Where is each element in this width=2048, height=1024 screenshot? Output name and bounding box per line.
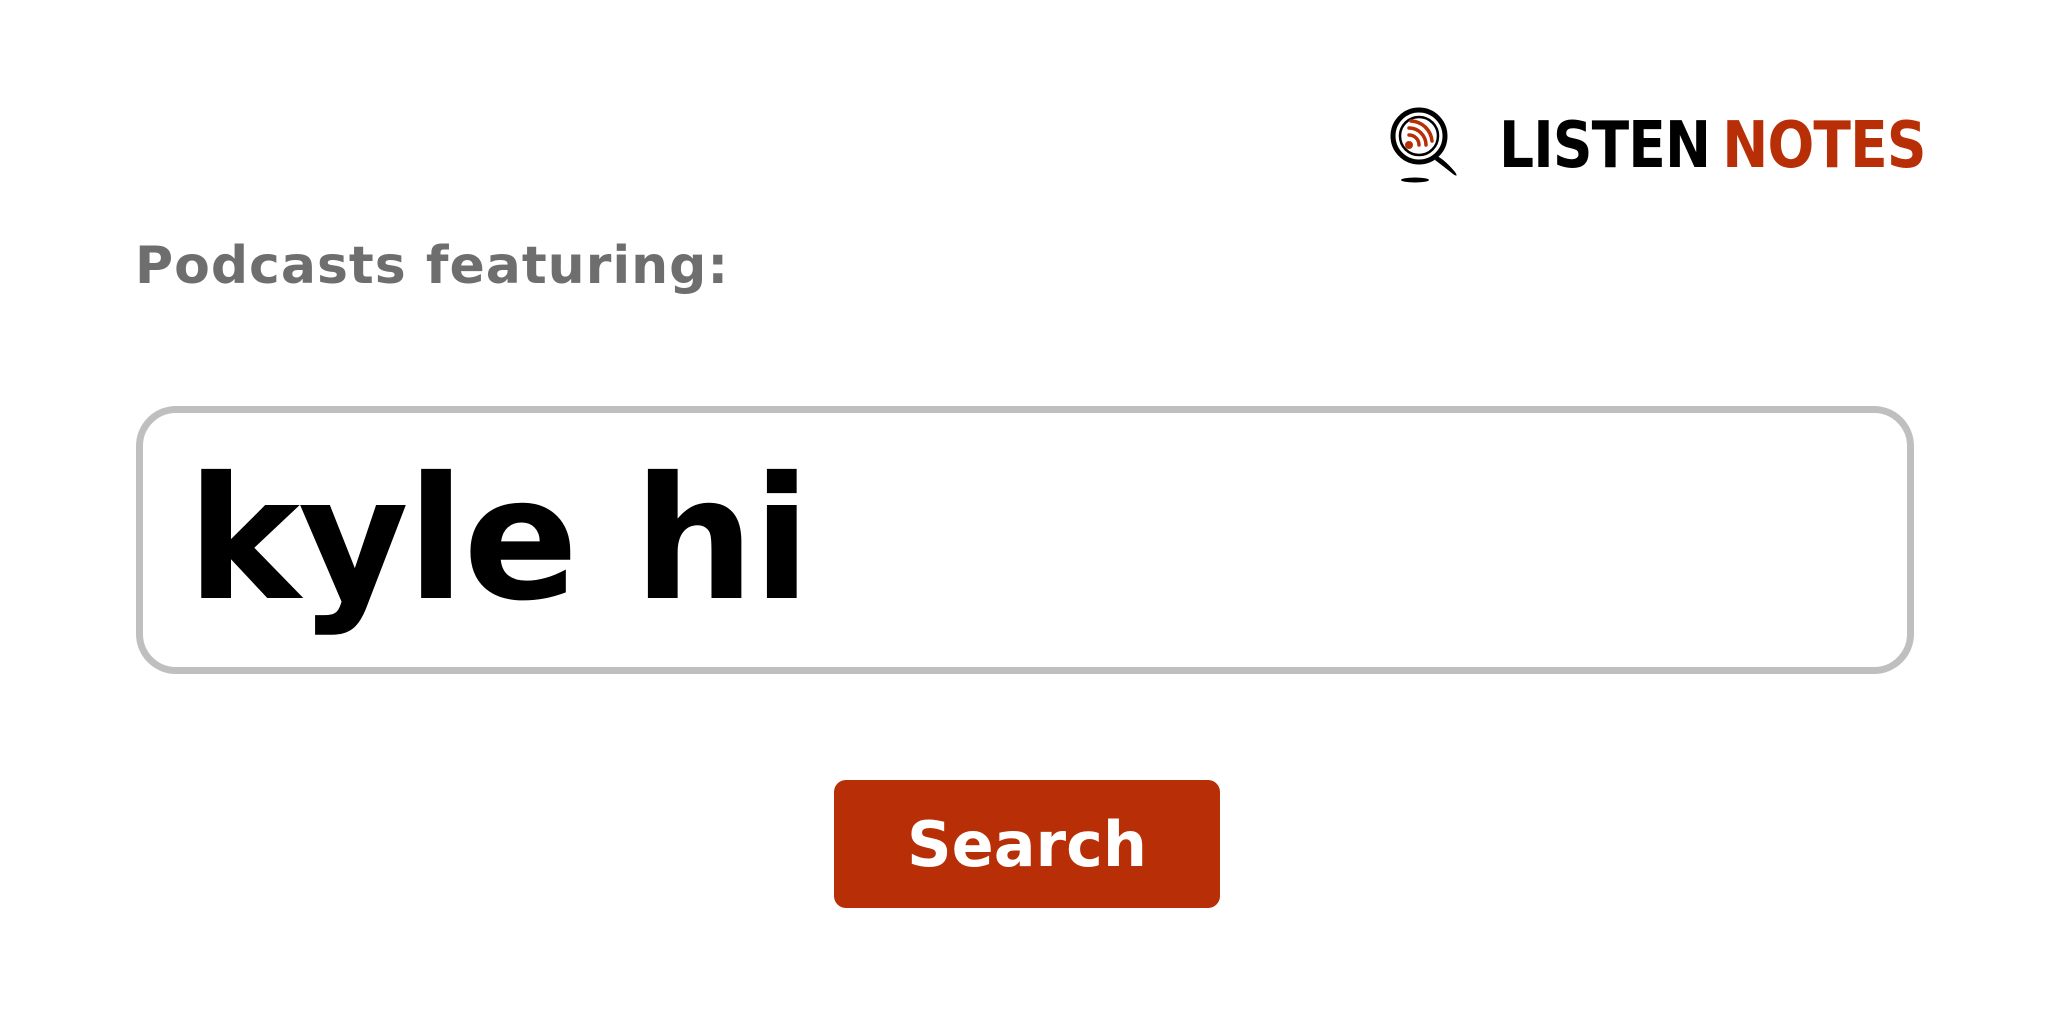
logo-wordmark: LISTEN NOTES xyxy=(1499,114,1926,178)
listen-notes-logo[interactable]: LISTEN NOTES xyxy=(1385,104,1995,188)
magnifier-rss-icon xyxy=(1390,107,1457,183)
search-input[interactable] xyxy=(143,413,1907,667)
logo-word-listen: LISTEN xyxy=(1499,109,1711,183)
logo-word-notes: NOTES xyxy=(1722,109,1926,183)
page-heading: Podcasts featuring: xyxy=(135,236,730,296)
search-button[interactable]: Search xyxy=(834,780,1220,908)
search-box xyxy=(136,406,1914,674)
